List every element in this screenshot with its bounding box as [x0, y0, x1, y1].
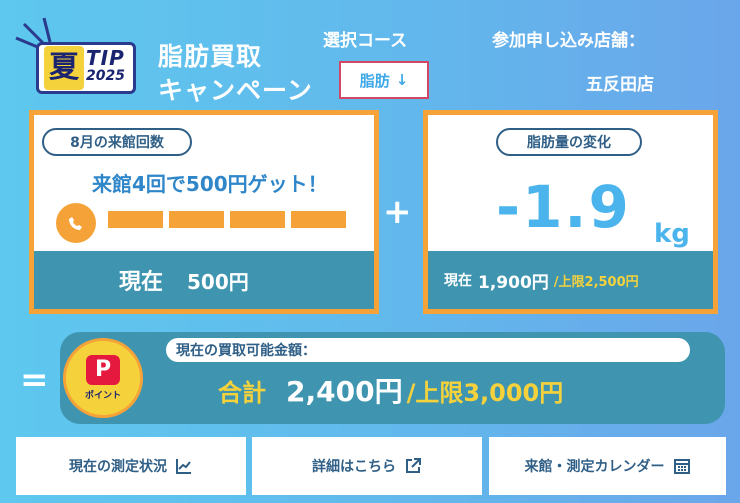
measurement-status-button[interactable]: 現在の測定状況 [16, 437, 246, 495]
plus-sign: + [383, 192, 412, 232]
progress-segment [291, 211, 346, 228]
measurement-status-label: 現在の測定状況 [69, 459, 167, 475]
arrow-down-icon: ↓ [395, 71, 409, 89]
title-line-2: キャンペーン [158, 76, 313, 105]
page-title: 脂肪買取 キャンペーン [158, 40, 313, 108]
chart-icon [176, 459, 191, 474]
visit-goal-text: 来館4回で500円ゲット！ [92, 172, 328, 196]
external-link-icon [406, 458, 421, 473]
course-label: 選択コース [323, 31, 408, 51]
details-button[interactable]: 詳細はこちら [252, 437, 482, 495]
total-line: 合計 2,400円 /上限3,000円 [218, 370, 563, 410]
logo-year: 2025 [86, 68, 125, 84]
fat-change-unit: kg [654, 219, 690, 249]
visit-current-label: 現在 [119, 270, 164, 295]
fat-now-value: 1,900円 [478, 272, 549, 293]
progress-segment [169, 211, 224, 228]
visit-count-pill: 8月の来館回数 [42, 128, 192, 156]
point-icon-label: ポイント [84, 391, 121, 401]
total-amount: 2,400円 [286, 375, 403, 408]
calendar-icon [673, 459, 690, 474]
details-label: 詳細はこちら [312, 459, 396, 475]
paypay-point-icon: P ポイント [63, 338, 143, 418]
visit-current-bar: 現在 500円 [34, 251, 374, 309]
fat-change-pill: 脂肪量の変化 [496, 128, 642, 156]
fat-limit: /上限2,500円 [553, 274, 639, 290]
fat-now-label: 現在 [444, 273, 472, 289]
campaign-logo: 夏 TIP 2025 [14, 16, 140, 100]
progress-segment [230, 211, 285, 228]
calendar-label: 来館・測定カレンダー [524, 459, 665, 475]
fat-change-value: -1.9 [496, 173, 631, 241]
store-label: 参加申し込み店舗： [492, 31, 645, 51]
total-header: 現在の買取可能金額： [166, 338, 690, 362]
logo-tip: TIP [86, 46, 125, 70]
logo-natsu: 夏 [44, 46, 84, 90]
fat-change-panel: 脂肪量の変化 -1.9 kg 現在 1,900円 /上限2,500円 [423, 110, 718, 314]
store-value: 五反田店 [586, 75, 654, 95]
visit-count-panel: 8月の来館回数 来館4回で500円ゲット！ 現在 500円 [29, 110, 379, 314]
total-amount-bar: P ポイント 現在の買取可能金額： 合計 2,400円 /上限3,000円 [60, 332, 725, 424]
calendar-button[interactable]: 来館・測定カレンダー [489, 437, 726, 495]
phone-icon [56, 203, 96, 243]
title-line-1: 脂肪買取 [158, 42, 263, 71]
total-label: 合計 [218, 379, 266, 407]
visit-progress-bar [108, 211, 346, 228]
progress-segment [108, 211, 163, 228]
equals-sign: = [20, 360, 49, 400]
course-selected-value: 脂肪 [359, 71, 390, 90]
visit-current-value: 500円 [187, 269, 249, 294]
total-limit: /上限3,000円 [406, 379, 564, 407]
course-select[interactable]: 脂肪 ↓ [339, 61, 429, 99]
fat-current-bar: 現在 1,900円 /上限2,500円 [428, 251, 713, 309]
